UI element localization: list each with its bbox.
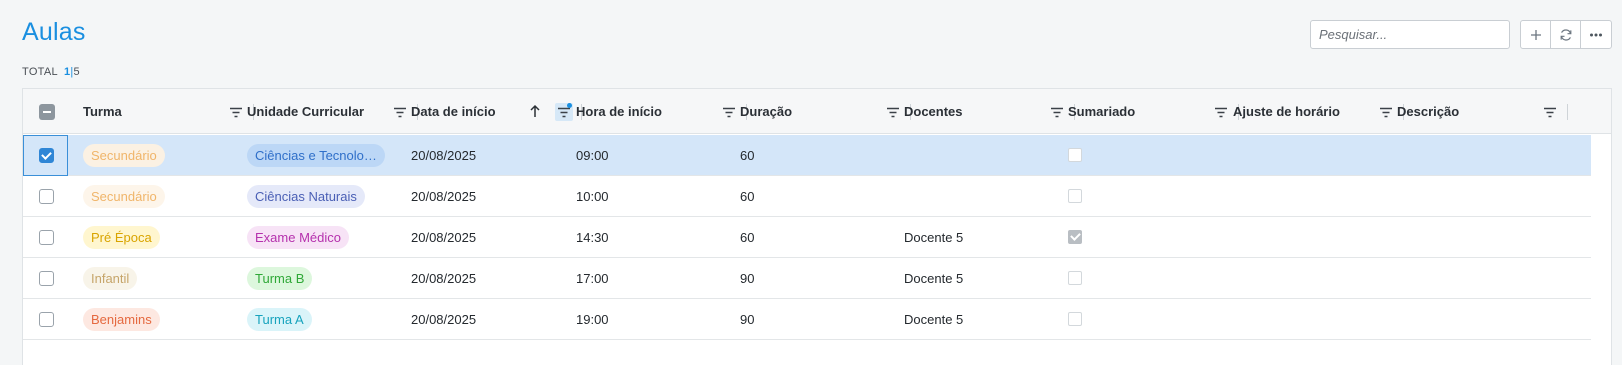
unidade-curricular-badge: Ciências e Tecnolo… (247, 143, 385, 167)
sort-ascending-icon[interactable] (529, 104, 541, 121)
cell-turma: Secundário (83, 176, 165, 216)
cell-unidade-curricular: Exame Médico (247, 217, 349, 257)
unidade-curricular-badge: Turma A (247, 307, 312, 331)
filter-icon[interactable] (1541, 103, 1559, 121)
cell-hora-de-inicio: 17:00 (576, 270, 609, 286)
cell-unidade-curricular: Turma A (247, 299, 312, 339)
cell-turma: Secundário (83, 135, 165, 175)
cell-data-de-inicio: 20/08/2025 (411, 270, 477, 286)
turma-badge: Pré Época (83, 225, 160, 249)
cell-duracao: 90 (740, 311, 755, 327)
lessons-grid: Turma Unidade Curricular Data de início Hor… (22, 88, 1612, 365)
filter-icon[interactable] (1377, 103, 1395, 121)
row-checkbox[interactable] (39, 230, 54, 245)
turma-badge: Secundário (83, 143, 165, 167)
cell-duracao: 60 (740, 147, 755, 163)
unidade-curricular-badge: Turma B (247, 266, 313, 290)
table-row[interactable]: Secundário Ciências Naturais 20/08/2025 10:… (23, 176, 1591, 217)
cell-sumariado (1068, 258, 1082, 298)
refresh-button[interactable] (1551, 21, 1581, 48)
sumariado-checkbox (1068, 230, 1082, 244)
cell-hora-de-inicio: 09:00 (576, 147, 609, 163)
cell-docentes: Docente 5 (904, 311, 964, 327)
column-header-sumariado[interactable]: Sumariado (1068, 89, 1135, 134)
unidade-curricular-badge: Exame Médico (247, 225, 349, 249)
sumariado-checkbox (1068, 271, 1082, 285)
column-header-hora-de-inicio[interactable]: Hora de início (576, 89, 662, 134)
cell-turma: Pré Época (83, 217, 160, 257)
cell-data-de-inicio: 20/08/2025 (411, 229, 477, 245)
cell-unidade-curricular: Turma B (247, 258, 313, 298)
cell-sumariado (1068, 135, 1082, 175)
cell-sumariado (1068, 176, 1082, 216)
cell-docentes: Docente 5 (904, 229, 964, 245)
filter-icon[interactable] (227, 103, 245, 121)
column-resize-handle[interactable] (1567, 104, 1568, 120)
cell-duracao: 60 (740, 188, 755, 204)
table-row[interactable]: Infantil Turma B 20/08/2025 17:00 90 Docente … (23, 258, 1591, 299)
plus-icon (1530, 29, 1541, 40)
sumariado-checkbox (1068, 189, 1082, 203)
cell-hora-de-inicio: 10:00 (576, 188, 609, 204)
more-button[interactable] (1581, 21, 1611, 48)
row-checkbox[interactable] (39, 189, 54, 204)
table-row[interactable]: Benjamins Turma A 20/08/2025 19:00 90 Docente… (23, 299, 1591, 340)
column-header-ajuste-de-horario[interactable]: Ajuste de horário (1233, 89, 1340, 134)
filter-icon[interactable] (884, 103, 902, 121)
cell-hora-de-inicio: 14:30 (576, 229, 609, 245)
cell-data-de-inicio: 20/08/2025 (411, 147, 477, 163)
unidade-curricular-badge: Ciências Naturais (247, 184, 365, 208)
search-input[interactable] (1310, 20, 1510, 49)
select-all-checkbox[interactable] (39, 104, 55, 120)
sumariado-checkbox (1068, 312, 1082, 326)
grid-header: Turma Unidade Curricular Data de início Hor… (23, 89, 1611, 134)
filter-icon[interactable] (1212, 103, 1230, 121)
filter-icon[interactable] (1048, 103, 1066, 121)
sumariado-checkbox (1068, 148, 1082, 162)
table-row[interactable]: Pré Época Exame Médico 20/08/2025 14:30 60 Do… (23, 217, 1591, 258)
filter-icon[interactable] (391, 103, 409, 121)
turma-badge: Infantil (83, 266, 138, 290)
column-header-duracao[interactable]: Duração (740, 89, 792, 134)
toolbar-group (1520, 20, 1612, 49)
filter-icon[interactable] (555, 103, 573, 121)
refresh-icon (1560, 28, 1571, 41)
cell-sumariado (1068, 299, 1082, 339)
turma-badge: Benjamins (83, 307, 160, 331)
column-header-data-de-inicio[interactable]: Data de início (411, 89, 496, 134)
column-header-docentes[interactable]: Docentes (904, 89, 963, 134)
more-icon (1590, 33, 1602, 36)
column-header-turma[interactable]: Turma (83, 89, 122, 134)
cell-unidade-curricular: Ciências e Tecnolo… (247, 135, 385, 175)
cell-unidade-curricular: Ciências Naturais (247, 176, 365, 216)
total-count: 5 (73, 66, 80, 78)
column-header-descricao[interactable]: Descrição (1397, 89, 1459, 134)
cell-duracao: 90 (740, 270, 755, 286)
row-checkbox[interactable] (39, 312, 54, 327)
total-label: TOTAL (22, 66, 58, 78)
column-header-unidade-curricular[interactable]: Unidade Curricular (247, 89, 364, 134)
turma-badge: Secundário (83, 184, 165, 208)
page-title: Aulas (22, 18, 86, 46)
add-button[interactable] (1521, 21, 1551, 48)
cell-sumariado (1068, 217, 1082, 257)
cell-docentes: Docente 5 (904, 270, 964, 286)
row-checkbox[interactable] (39, 148, 54, 163)
cell-duracao: 60 (740, 229, 755, 245)
cell-hora-de-inicio: 19:00 (576, 311, 609, 327)
cell-turma: Infantil (83, 258, 138, 298)
cell-data-de-inicio: 20/08/2025 (411, 188, 477, 204)
filter-icon[interactable] (720, 103, 738, 121)
cell-data-de-inicio: 20/08/2025 (411, 311, 477, 327)
cell-turma: Benjamins (83, 299, 160, 339)
total-counter: TOTAL 1|5 (22, 66, 80, 78)
table-row[interactable]: Secundário Ciências e Tecnolo… 20/08/2025 0… (23, 135, 1591, 176)
row-checkbox[interactable] (39, 271, 54, 286)
